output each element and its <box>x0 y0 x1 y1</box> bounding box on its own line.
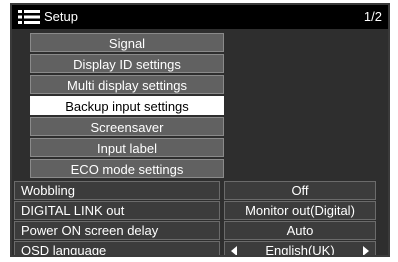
title-bar: Setup 1/2 <box>12 5 388 29</box>
setting-value[interactable]: Monitor out(Digital) <box>224 201 376 220</box>
submenu-item-label: Signal <box>108 36 146 51</box>
setting-label: Wobbling <box>14 181 220 200</box>
menu-list-icon <box>18 10 40 24</box>
setting-label: OSD language <box>14 241 220 255</box>
setting-row-power-on-delay[interactable]: Power ON screen delay Auto <box>12 221 388 241</box>
submenu-item-backup-input[interactable]: Backup input settings <box>30 96 224 115</box>
submenu-item-label: Display ID settings <box>73 57 181 72</box>
setting-value[interactable]: Off <box>224 181 376 200</box>
setting-row-digital-link-out[interactable]: DIGITAL LINK out Monitor out(Digital) <box>12 201 388 221</box>
submenu-item-eco-mode[interactable]: ECO mode settings <box>30 159 224 178</box>
arrow-left-icon[interactable] <box>231 246 237 255</box>
submenu-item-signal[interactable]: Signal <box>30 33 224 52</box>
submenu-item-screensaver[interactable]: Screensaver <box>30 117 224 136</box>
page-indicator: 1/2 <box>363 9 382 24</box>
setting-value[interactable]: Auto <box>224 221 376 240</box>
submenu-item-label: Backup input settings <box>65 99 189 114</box>
page-title: Setup <box>44 9 78 24</box>
submenu-item-label: Screensaver <box>90 120 164 135</box>
setup-screen: Setup 1/2 Signal Display ID settings Mul… <box>10 3 390 257</box>
submenu-item-display-id[interactable]: Display ID settings <box>30 54 224 73</box>
setting-row-wobbling[interactable]: Wobbling Off <box>12 181 388 201</box>
submenu-item-label: Input label <box>97 141 157 156</box>
setting-label: DIGITAL LINK out <box>14 201 220 220</box>
setting-row-osd-language[interactable]: OSD language English(UK) <box>12 241 388 257</box>
submenu-item-input-label[interactable]: Input label <box>30 138 224 157</box>
osd-language-selector[interactable]: English(UK) <box>224 241 376 257</box>
submenu-item-multi-display[interactable]: Multi display settings <box>30 75 224 94</box>
setting-label: Power ON screen delay <box>14 221 220 240</box>
submenu-item-label: ECO mode settings <box>70 162 184 177</box>
submenu-item-label: Multi display settings <box>67 78 187 93</box>
arrow-right-icon[interactable] <box>363 246 369 255</box>
setting-value: English(UK) <box>265 243 335 257</box>
